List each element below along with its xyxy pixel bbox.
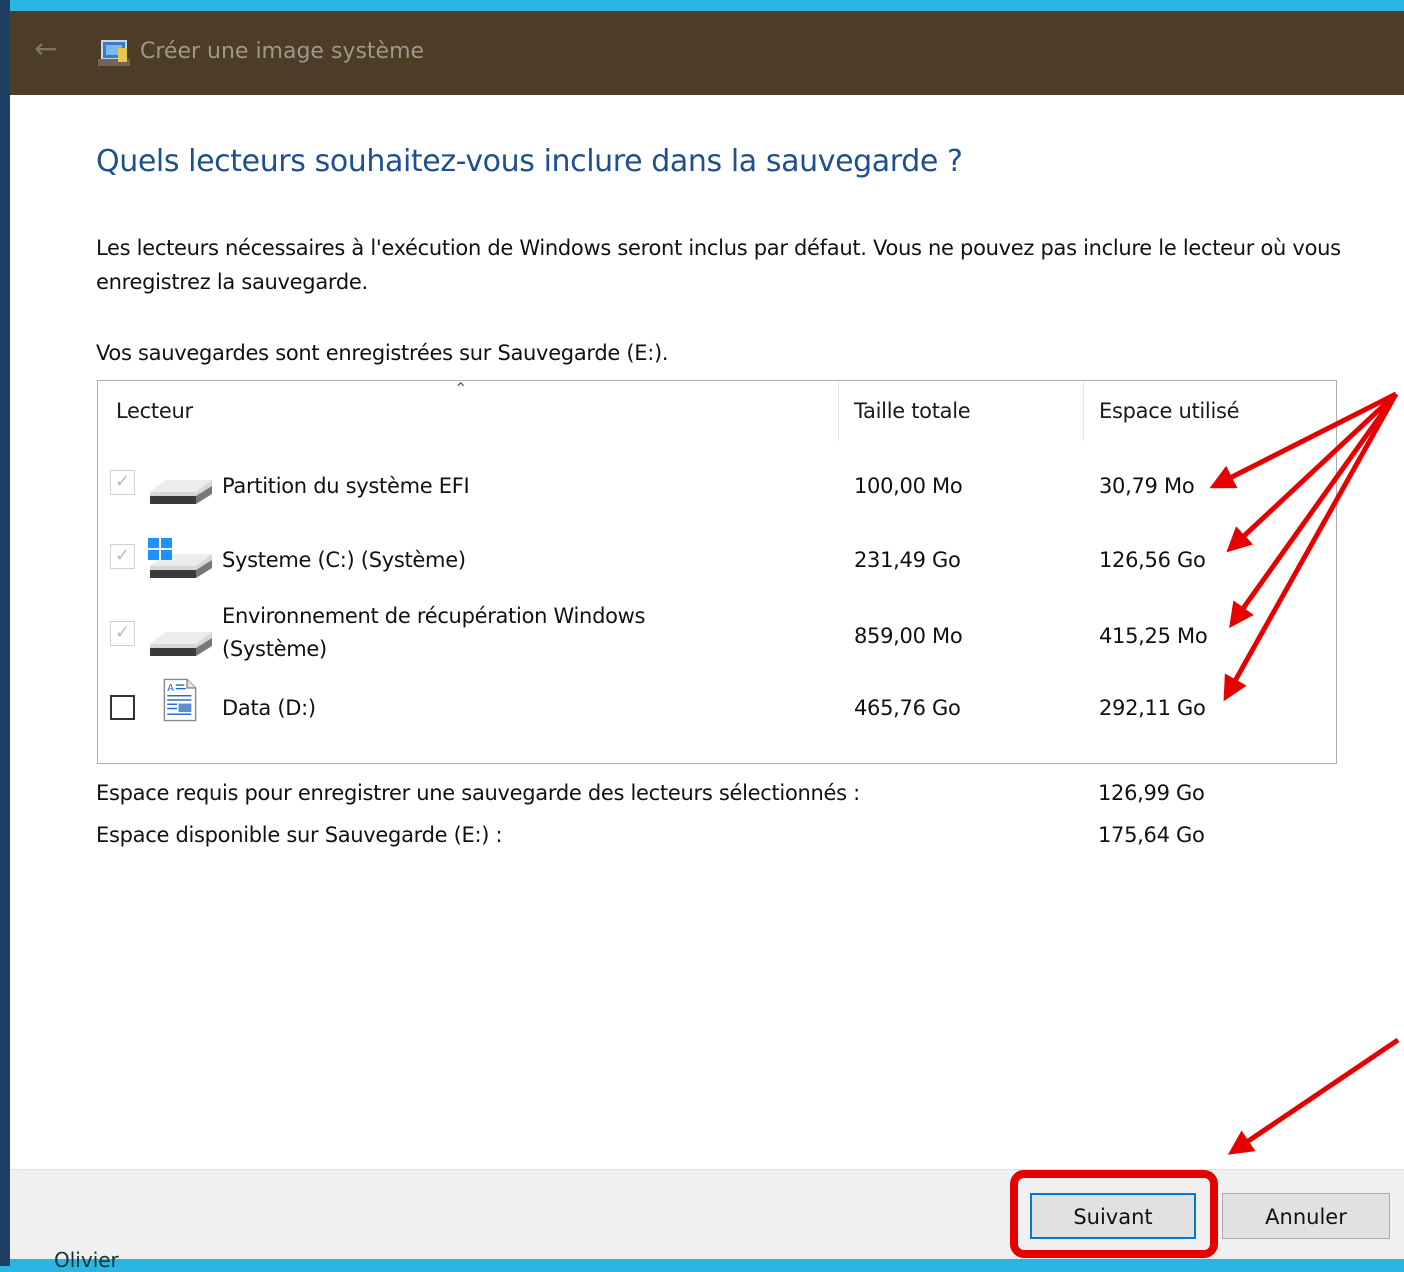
drive-row-efi[interactable]: ✓ Partition du système EFI 100,00 Mo 30,…: [98, 452, 1336, 522]
drive-used-space: 415,25 Mo: [1099, 624, 1208, 648]
windows-drive-icon: [148, 538, 212, 578]
available-space-value: 175,64 Go: [1098, 823, 1205, 847]
page-description: Les lecteurs nécessaires à l'exécution d…: [96, 236, 1341, 294]
drive-row-recovery[interactable]: ✓ Environnement de récupération Windows …: [98, 600, 1336, 670]
back-arrow-icon[interactable]: ←: [34, 35, 57, 63]
drive-row-system-c[interactable]: ✓ Systeme (C:) (Système) 231,49 Go 126,5…: [98, 526, 1336, 596]
drive-total-size: 465,76 Go: [854, 696, 961, 720]
drive-name: Systeme (C:) (Système): [222, 548, 466, 572]
cancel-button[interactable]: Annuler: [1222, 1193, 1390, 1239]
required-space-value: 126,99 Go: [1098, 781, 1205, 805]
required-space-label: Espace requis pour enregistrer une sauve…: [96, 781, 860, 805]
page-heading: Quels lecteurs souhaitez-vous inclure da…: [96, 144, 963, 179]
svg-text:A: A: [167, 683, 174, 694]
backup-app-icon: [98, 40, 130, 66]
drive-used-space: 30,79 Mo: [1099, 474, 1195, 498]
drive-checkbox-recovery[interactable]: ✓: [110, 621, 135, 646]
drive-name: Data (D:): [222, 696, 316, 720]
window-title: Créer une image système: [140, 39, 425, 64]
user-name: Olivier: [54, 1248, 119, 1272]
backup-location-text: Vos sauvegardes sont enregistrées sur Sa…: [96, 341, 669, 365]
drive-icon: [150, 632, 212, 656]
column-separator[interactable]: [838, 381, 839, 441]
drive-row-data-d[interactable]: A Data (D:) 465,76 Go 292,11 Go: [98, 674, 1336, 744]
drive-icon: [150, 480, 212, 504]
column-separator[interactable]: [1083, 381, 1084, 441]
wizard-window: ← Créer une image système Quels lecteurs…: [10, 11, 1404, 1259]
drive-used-space: 292,11 Go: [1099, 696, 1206, 720]
drive-total-size: 231,49 Go: [854, 548, 961, 572]
drive-checkbox-data-d[interactable]: [110, 695, 135, 720]
document-icon: A: [163, 678, 197, 722]
drive-checkbox-efi[interactable]: ✓: [110, 470, 135, 495]
next-button[interactable]: Suivant: [1030, 1193, 1196, 1239]
drive-checkbox-system-c[interactable]: ✓: [110, 544, 135, 569]
drive-name: Environnement de récupération Windows (S…: [222, 604, 646, 661]
column-header-taille-totale[interactable]: Taille totale: [854, 399, 971, 423]
drive-total-size: 100,00 Mo: [854, 474, 963, 498]
drive-used-space: 126,56 Go: [1099, 548, 1206, 572]
available-space-label: Espace disponible sur Sauvegarde (E:) :: [96, 823, 503, 847]
column-header-lecteur[interactable]: Lecteur: [116, 399, 193, 423]
drive-total-size: 859,00 Mo: [854, 624, 963, 648]
drive-list[interactable]: ⌃ Lecteur Taille totale Espace utilisé ✓…: [97, 379, 1337, 764]
drive-name: Partition du système EFI: [222, 474, 470, 498]
title-bar: ← Créer une image système: [10, 11, 1404, 95]
desktop-edge: [0, 0, 10, 1266]
sort-up-icon: ⌃: [454, 379, 468, 398]
column-header-espace-utilise[interactable]: Espace utilisé: [1099, 399, 1240, 423]
